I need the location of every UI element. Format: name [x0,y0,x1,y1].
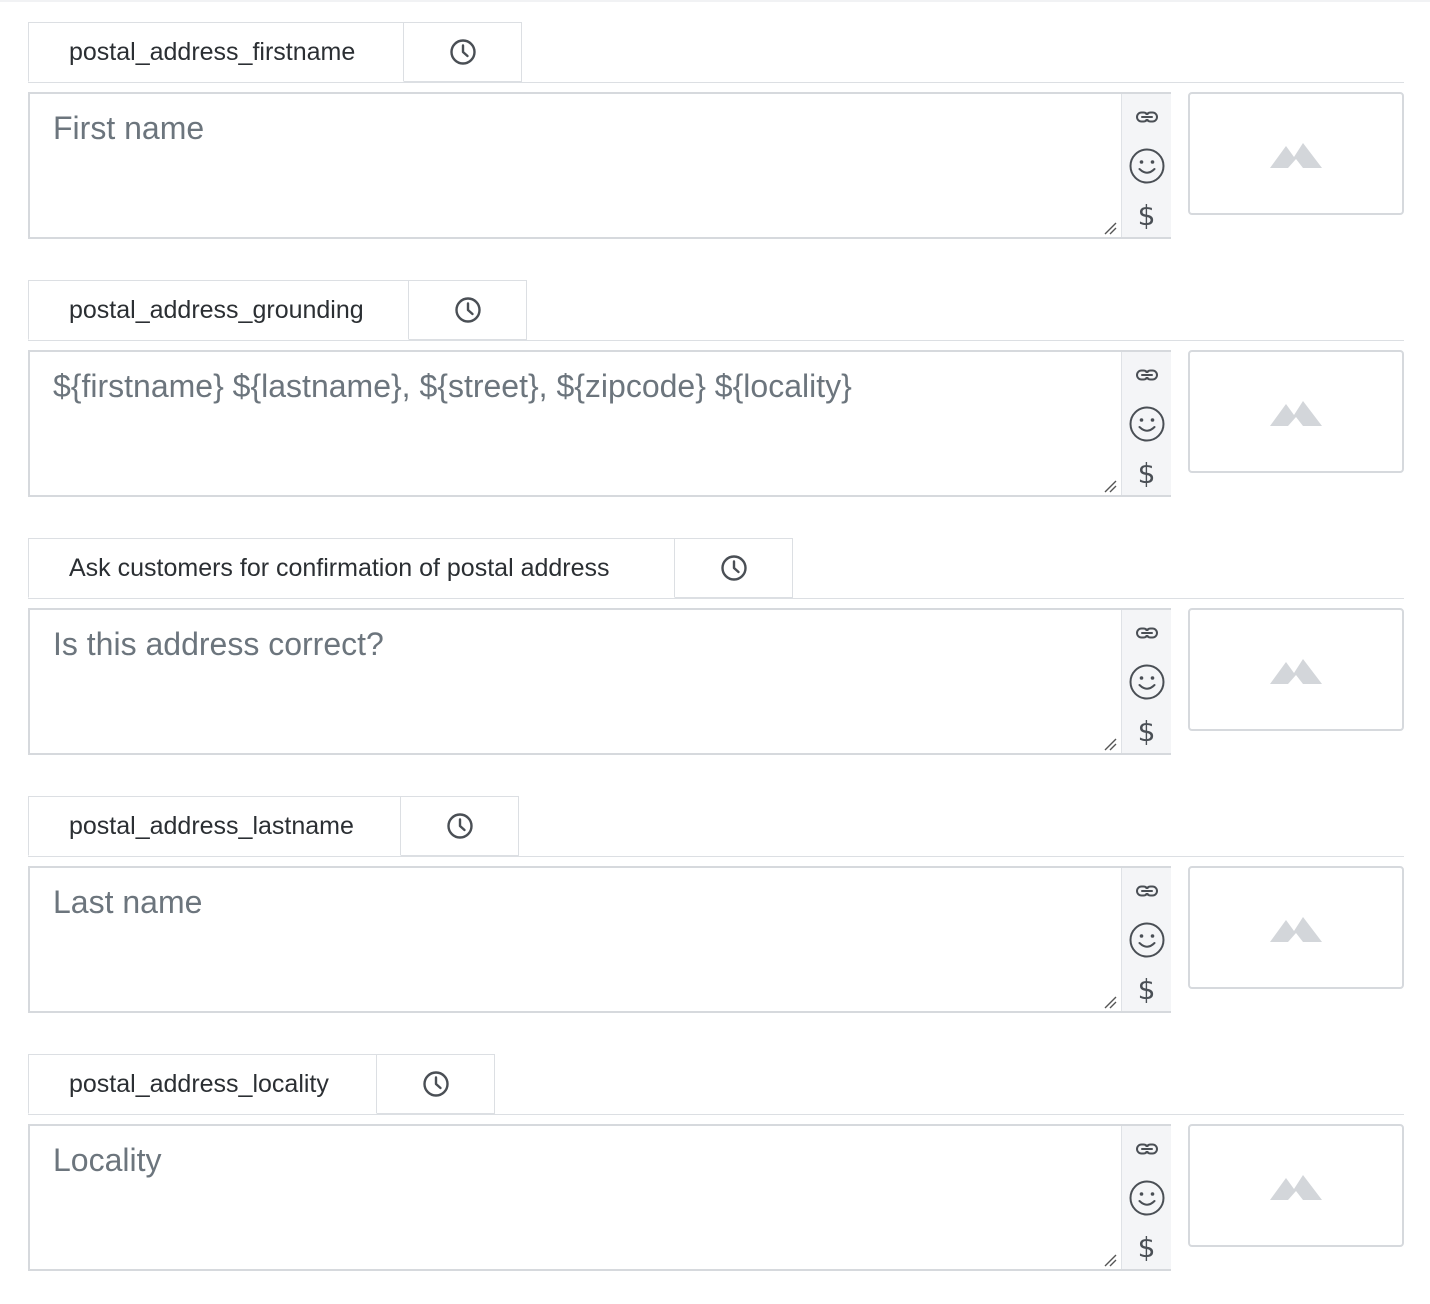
resize-handle-icon[interactable] [1103,995,1117,1009]
insert-link-button[interactable] [1122,878,1171,904]
message-textarea[interactable] [30,1126,1121,1269]
resize-handle-icon[interactable] [1103,737,1117,751]
clock-icon [454,297,481,323]
image-placeholder-icon [1270,658,1322,684]
history-tab[interactable] [675,538,793,598]
insert-emoji-button[interactable] [1122,404,1171,444]
dollar-icon: $ [1137,198,1156,232]
clock-icon [446,813,473,839]
image-upload-box[interactable] [1188,350,1404,473]
tab-bar-divider [28,598,1404,599]
message-editor: $ [28,92,1171,239]
insert-link-button[interactable] [1122,362,1171,388]
clock-icon [720,555,747,581]
message-editor: $ [28,866,1171,1013]
field-name-tab[interactable]: postal_address_firstname [28,22,404,82]
dollar-icon: $ [1137,456,1156,490]
field-name-tab[interactable]: postal_address_lastname [28,796,401,856]
message-field-firstname: postal_address_firstname First name $ [28,22,1404,272]
editor-tools: $ [1121,1126,1171,1269]
link-icon [1135,627,1158,639]
resize-handle-icon[interactable] [1103,1253,1117,1267]
history-tab[interactable] [377,1054,495,1114]
insert-link-button[interactable] [1122,620,1171,646]
field-tab-bar: postal_address_firstname [28,22,1404,83]
insert-variable-button[interactable]: $ [1122,456,1171,490]
emoji-icon [1129,922,1164,958]
tab-bar-divider [28,1114,1404,1115]
history-tab[interactable] [404,22,522,82]
field-tab-bar: postal_address_locality [28,1054,1404,1115]
editor-tools: $ [1121,610,1171,753]
image-upload-box[interactable] [1188,92,1404,215]
dollar-icon: $ [1137,1230,1156,1264]
resize-handle-icon[interactable] [1103,479,1117,493]
emoji-icon [1129,1180,1164,1216]
image-placeholder-icon [1270,400,1322,426]
emoji-icon [1129,664,1164,700]
message-editor: $ [28,350,1171,497]
clock-icon [449,39,476,65]
editor-tools: $ [1121,352,1171,495]
insert-variable-button[interactable]: $ [1122,1230,1171,1264]
insert-variable-button[interactable]: $ [1122,972,1171,1006]
emoji-icon [1129,406,1164,442]
image-upload-box[interactable] [1188,608,1404,731]
top-divider [0,0,1430,2]
image-upload-box[interactable] [1188,1124,1404,1247]
message-field-locality: postal_address_locality Locality $ [28,1054,1404,1304]
dollar-icon: $ [1137,972,1156,1006]
insert-variable-button[interactable]: $ [1122,714,1171,748]
message-field-grounding: postal_address_grounding ${firstname} ${… [28,280,1404,530]
field-name-tab[interactable]: Ask customers for confirmation of postal… [28,538,675,598]
editor-tools: $ [1121,868,1171,1011]
message-textarea[interactable] [30,868,1121,1011]
insert-emoji-button[interactable] [1122,662,1171,702]
link-icon [1135,369,1158,381]
editor-tools: $ [1121,94,1171,237]
resize-handle-icon[interactable] [1103,221,1117,235]
field-name-tab[interactable]: postal_address_locality [28,1054,377,1114]
message-editor: $ [28,1124,1171,1271]
emoji-icon [1129,148,1164,184]
insert-emoji-button[interactable] [1122,1178,1171,1218]
image-placeholder-icon [1270,142,1322,168]
tab-bar-divider [28,856,1404,857]
field-name-tab[interactable]: postal_address_grounding [28,280,409,340]
message-textarea[interactable] [30,610,1121,753]
message-field-lastname: postal_address_lastname Last name $ [28,796,1404,1046]
field-tab-bar: postal_address_lastname [28,796,1404,857]
image-upload-box[interactable] [1188,866,1404,989]
image-placeholder-icon [1270,1174,1322,1200]
message-editor: $ [28,608,1171,755]
image-placeholder-icon [1270,916,1322,942]
history-tab[interactable] [401,796,519,856]
history-tab[interactable] [409,280,527,340]
insert-variable-button[interactable]: $ [1122,198,1171,232]
field-tab-bar: Ask customers for confirmation of postal… [28,538,1404,599]
tab-bar-divider [28,340,1404,341]
dollar-icon: $ [1137,714,1156,748]
insert-link-button[interactable] [1122,104,1171,130]
tab-bar-divider [28,82,1404,83]
insert-emoji-button[interactable] [1122,146,1171,186]
message-textarea[interactable] [30,352,1121,495]
insert-link-button[interactable] [1122,1136,1171,1162]
message-field-confirmation: Ask customers for confirmation of postal… [28,538,1404,788]
message-textarea[interactable] [30,94,1121,237]
link-icon [1135,111,1158,123]
link-icon [1135,885,1158,897]
clock-icon [422,1071,449,1097]
link-icon [1135,1143,1158,1155]
insert-emoji-button[interactable] [1122,920,1171,960]
field-tab-bar: postal_address_grounding [28,280,1404,341]
